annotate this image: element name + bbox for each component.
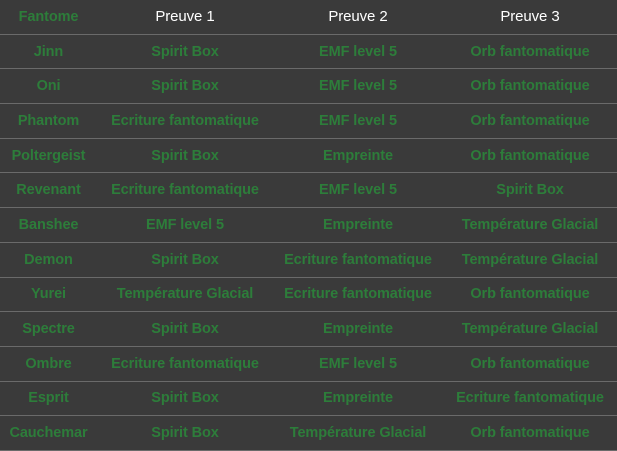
evidence-cell: Température Glacial [443, 312, 617, 347]
ghost-name-cell: Oni [0, 69, 97, 105]
ghost-name-cell: Demon [0, 243, 97, 278]
ghost-name-cell: Phantom [0, 104, 97, 139]
evidence-cell: Spirit Box [97, 416, 273, 451]
evidence-cell: Ecriture fantomatique [97, 347, 273, 382]
evidence-cell: Ecriture fantomatique [443, 382, 617, 417]
header-preuve-3: Preuve 3 [443, 0, 617, 35]
header-fantome: Fantome [0, 0, 97, 35]
evidence-cell: EMF level 5 [273, 347, 443, 382]
evidence-cell: Ecriture fantomatique [97, 104, 273, 139]
evidence-cell: Température Glacial [97, 278, 273, 313]
ghost-evidence-table: Fantome Preuve 1 Preuve 2 Preuve 3 Jinn … [0, 0, 617, 451]
evidence-cell: Spirit Box [97, 35, 273, 70]
evidence-cell: Température Glacial [443, 243, 617, 278]
ghost-name-cell: Revenant [0, 173, 97, 209]
evidence-cell: Orb fantomatique [443, 139, 617, 174]
evidence-cell: Ecriture fantomatique [273, 243, 443, 278]
header-preuve-2: Preuve 2 [273, 0, 443, 35]
evidence-cell: Température Glacial [273, 416, 443, 451]
evidence-cell: Orb fantomatique [443, 69, 617, 105]
evidence-cell: Ecriture fantomatique [97, 173, 273, 209]
ghost-name-cell: Esprit [0, 382, 97, 417]
evidence-cell: Empreinte [273, 382, 443, 417]
evidence-cell: Orb fantomatique [443, 104, 617, 139]
evidence-cell: EMF level 5 [97, 208, 273, 243]
evidence-cell: Spirit Box [443, 173, 617, 209]
ghost-name-cell: Cauchemar [0, 416, 97, 451]
evidence-cell: Spirit Box [97, 312, 273, 347]
ghost-name-cell: Jinn [0, 35, 97, 70]
evidence-cell: Orb fantomatique [443, 278, 617, 313]
ghost-name-cell: Ombre [0, 347, 97, 382]
ghost-name-cell: Poltergeist [0, 139, 97, 174]
evidence-cell: Spirit Box [97, 139, 273, 174]
evidence-cell: Spirit Box [97, 69, 273, 105]
evidence-cell: Empreinte [273, 139, 443, 174]
evidence-cell: EMF level 5 [273, 104, 443, 139]
evidence-cell: Température Glacial [443, 208, 617, 243]
evidence-cell: Spirit Box [97, 382, 273, 417]
evidence-cell: Orb fantomatique [443, 416, 617, 451]
evidence-cell: Empreinte [273, 312, 443, 347]
evidence-cell: Orb fantomatique [443, 347, 617, 382]
ghost-name-cell: Banshee [0, 208, 97, 243]
evidence-cell: Orb fantomatique [443, 35, 617, 70]
evidence-cell: EMF level 5 [273, 173, 443, 209]
evidence-cell: Spirit Box [97, 243, 273, 278]
ghost-name-cell: Yurei [0, 278, 97, 313]
evidence-cell: EMF level 5 [273, 35, 443, 70]
evidence-cell: Ecriture fantomatique [273, 278, 443, 313]
ghost-name-cell: Spectre [0, 312, 97, 347]
header-preuve-1: Preuve 1 [97, 0, 273, 35]
evidence-cell: Empreinte [273, 208, 443, 243]
evidence-cell: EMF level 5 [273, 69, 443, 105]
